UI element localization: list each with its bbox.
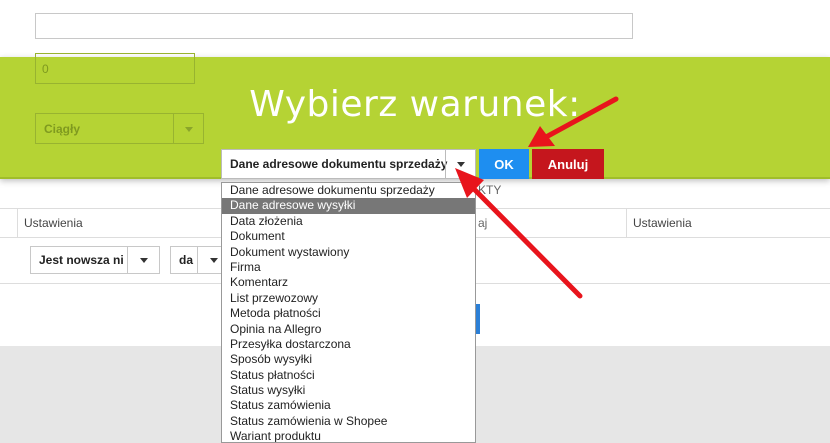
dropdown-option[interactable]: Dane adresowe dokumentu sprzedaży xyxy=(222,183,475,198)
dropdown-option[interactable]: Opinia na Allegro xyxy=(222,322,475,337)
dropdown-option[interactable]: Wariant produktu xyxy=(222,429,475,442)
dropdown-option[interactable]: Dokument xyxy=(222,229,475,244)
modal-title: Wybierz warunek: xyxy=(249,84,581,125)
dropdown-option[interactable]: Dane adresowe wysyłki xyxy=(222,198,475,214)
chevron-down-icon xyxy=(127,247,159,273)
dropdown-option[interactable]: Firma xyxy=(222,260,475,275)
ok-button[interactable]: OK xyxy=(479,149,529,179)
cancel-button[interactable]: Anuluj xyxy=(532,149,604,179)
background-text-input[interactable] xyxy=(35,13,633,39)
date-comparison-select[interactable]: Jest nowsza ni xyxy=(30,246,160,274)
chevron-down-icon[interactable] xyxy=(445,150,475,178)
background-number-input: 0 xyxy=(35,53,195,84)
dropdown-option[interactable]: Status płatności xyxy=(222,368,475,383)
faded-column-label: aj xyxy=(478,216,488,230)
dropdown-option[interactable]: Status wysyłki xyxy=(222,383,475,398)
dropdown-option[interactable]: Status zamówienia w Shopee xyxy=(222,414,475,429)
condition-select[interactable]: Dane adresowe dokumentu sprzedaży xyxy=(221,149,476,179)
column-header-settings-2: Ustawienia xyxy=(626,209,830,237)
unit-value: da xyxy=(179,253,194,267)
dropdown-option[interactable]: Data złożenia xyxy=(222,214,475,229)
dropdown-option[interactable]: Komentarz xyxy=(222,275,475,290)
condition-select-value: Dane adresowe dokumentu sprzedaży xyxy=(230,157,448,171)
dropdown-option[interactable]: List przewozowy xyxy=(222,291,475,306)
condition-dropdown-list: Dane adresowe dokumentu sprzedaży Dane ad… xyxy=(221,182,476,443)
faded-tab-label: KTY xyxy=(478,183,502,197)
dropdown-option[interactable]: Sposób wysyłki xyxy=(222,352,475,367)
dropdown-option[interactable]: Dokument wystawiony xyxy=(222,245,475,260)
date-comparison-value: Jest nowsza ni xyxy=(39,253,124,267)
dropdown-option[interactable]: Metoda płatności xyxy=(222,306,475,321)
dropdown-option[interactable]: Status zamówienia xyxy=(222,398,475,413)
dropdown-option[interactable]: Przesyłka dostarczona xyxy=(222,337,475,352)
